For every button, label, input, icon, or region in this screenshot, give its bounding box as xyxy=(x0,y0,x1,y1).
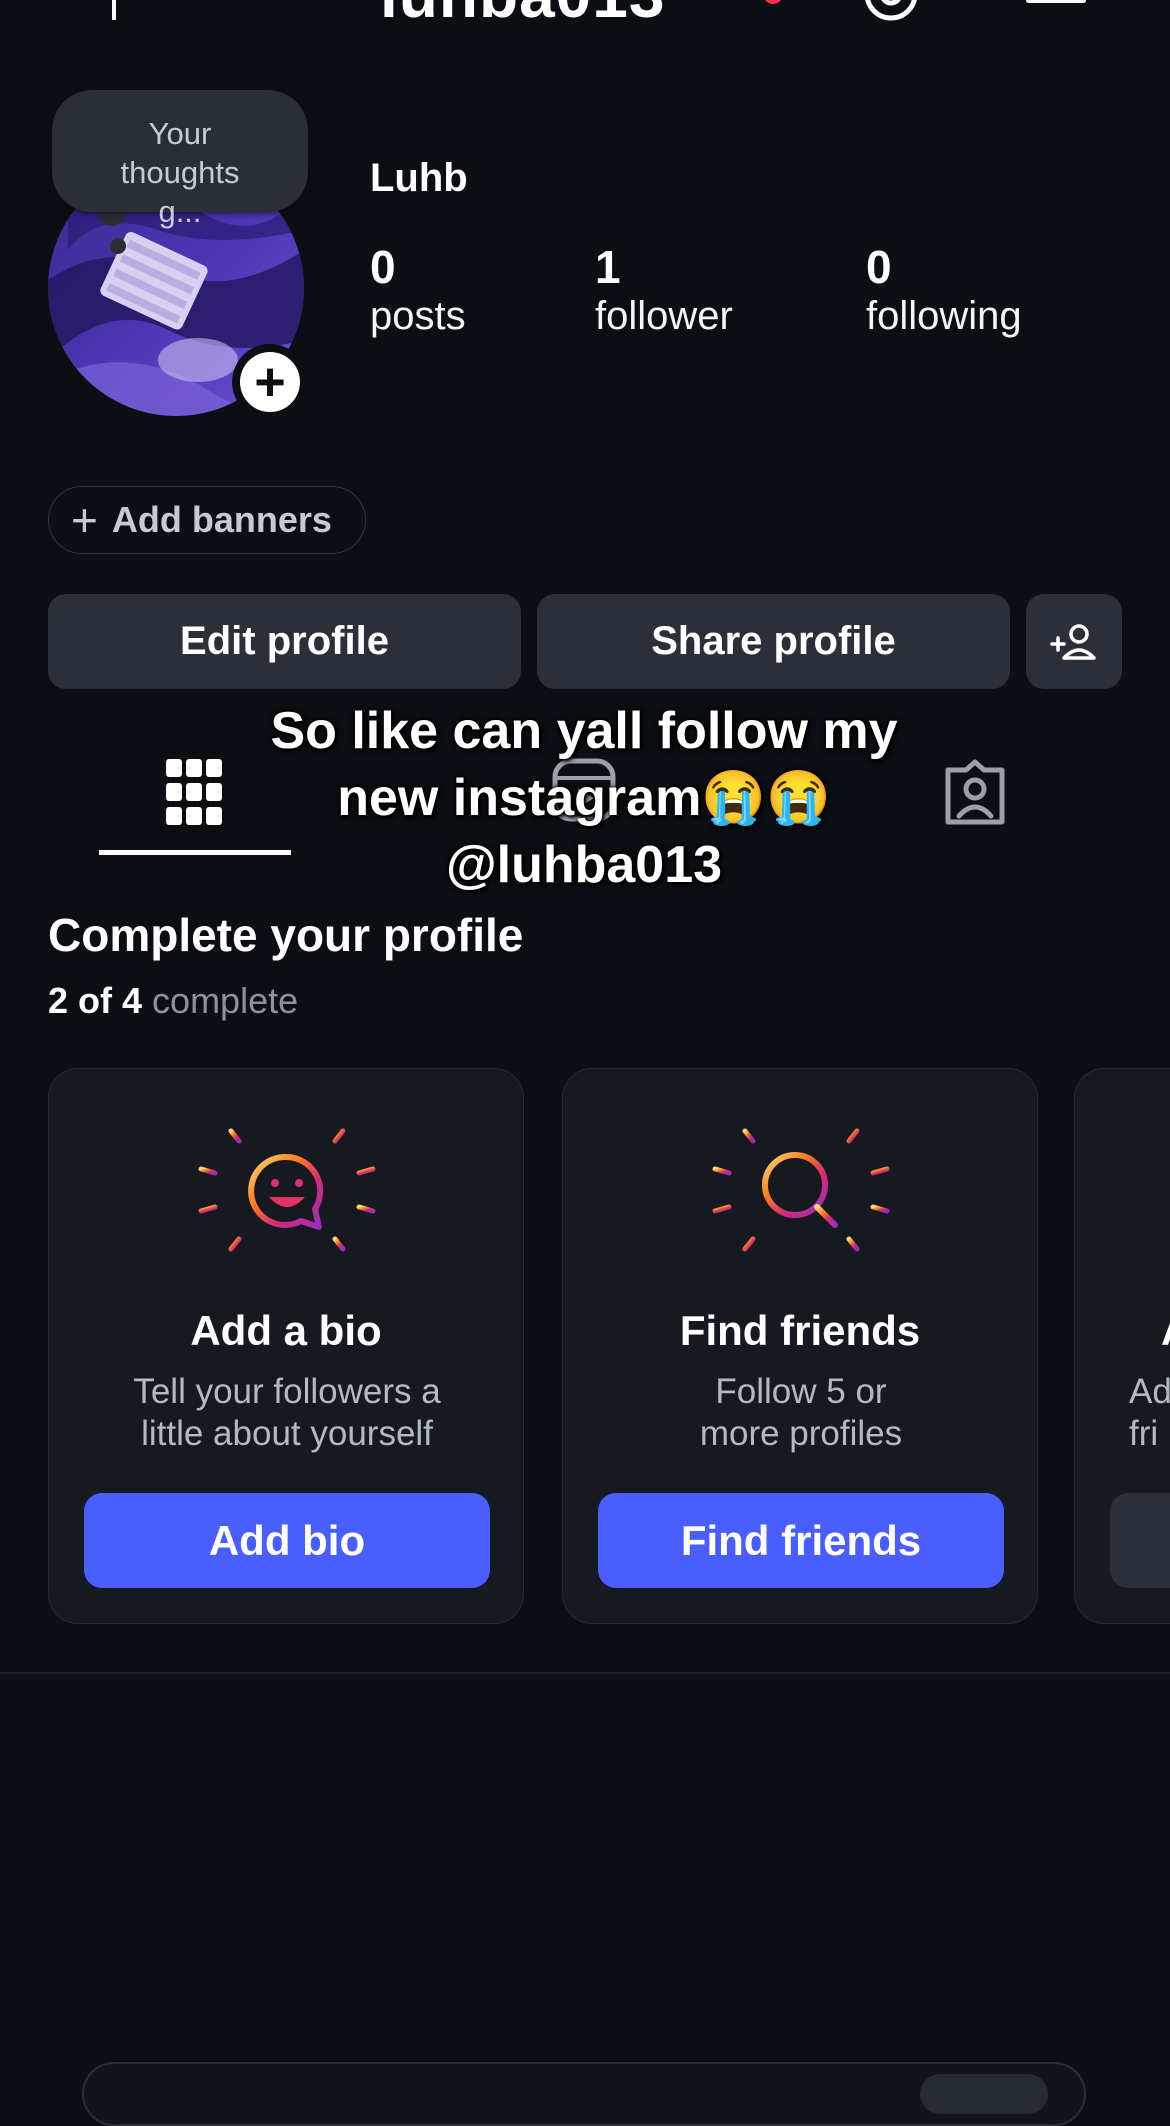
note-bubble-tail-small xyxy=(110,238,126,254)
following-count: 0 xyxy=(866,241,892,293)
card-desc-line-1: Tell your followers a xyxy=(133,1372,441,1411)
add-user-icon xyxy=(1050,623,1096,660)
share-profile-button[interactable]: Share profile xyxy=(537,594,1010,689)
followers-label: follower xyxy=(595,294,733,338)
posts-label: posts xyxy=(370,294,466,338)
caption-line-2: new instagram😭😭 xyxy=(337,769,831,827)
plus-icon: + xyxy=(240,352,300,412)
plus-icon: + xyxy=(71,494,98,546)
card-description: Follow 5 or more profiles xyxy=(583,1371,1019,1455)
bio-icon xyxy=(198,1108,376,1272)
card-desc-line-2: more profiles xyxy=(699,1414,903,1453)
edit-profile-button[interactable]: Edit profile xyxy=(48,594,521,689)
posts-count: 0 xyxy=(370,241,396,293)
card-description: Tell your followers a little about yours… xyxy=(69,1371,505,1455)
grid-icon[interactable] xyxy=(166,759,222,825)
note-text: Your thoughts g... xyxy=(120,116,240,229)
overlay-caption: So like can yall follow my new instagram… xyxy=(220,698,948,899)
add-banners-button[interactable]: + Add banners xyxy=(48,486,366,554)
caption-line-3: @luhba013 xyxy=(445,836,723,894)
add-bio-button[interactable]: Add bio xyxy=(84,1493,490,1588)
card-find-friends: Find friends Follow 5 or more profiles F… xyxy=(562,1068,1038,1624)
following-stat[interactable]: 0 following xyxy=(866,240,1022,339)
bottom-nav-knob[interactable] xyxy=(920,2074,1048,2114)
notification-dot xyxy=(764,0,782,4)
card-desc-line-1: Follow 5 or xyxy=(715,1372,887,1411)
progress-suffix: complete xyxy=(152,980,299,1021)
username-title[interactable]: luhba013 xyxy=(380,0,665,32)
card-desc-line-2: little about yourself xyxy=(141,1414,433,1453)
complete-profile-title: Complete your profile xyxy=(48,909,524,961)
complete-profile-progress: 2 of 4 complete xyxy=(48,980,298,1022)
card-title: A xyxy=(1161,1307,1170,1355)
caption-line-1: So like can yall follow my xyxy=(270,702,898,760)
card-desc-line-2: fri xyxy=(1129,1414,1159,1453)
menu-icon[interactable] xyxy=(1026,0,1086,14)
card-partial-button[interactable] xyxy=(1110,1493,1170,1588)
card-desc-line-1: Ad xyxy=(1129,1372,1170,1411)
followers-count: 1 xyxy=(595,241,621,293)
discover-people-button[interactable] xyxy=(1026,594,1122,689)
following-label: following xyxy=(866,294,1022,338)
threads-icon[interactable] xyxy=(862,0,920,24)
find-friends-button[interactable]: Find friends xyxy=(598,1493,1004,1588)
add-banners-label: Add banners xyxy=(111,499,332,540)
back-icon[interactable] xyxy=(112,0,116,20)
card-title: Add a bio xyxy=(190,1307,382,1354)
progress-count: 2 of 4 xyxy=(48,980,143,1021)
tagged-icon[interactable] xyxy=(940,758,1010,826)
card-partial: A Ad fri xyxy=(1074,1068,1170,1624)
note-bubble[interactable]: Your thoughts g... xyxy=(52,90,308,229)
card-description: Ad fri xyxy=(1129,1371,1170,1455)
card-add-bio: Add a bio Tell your followers a little a… xyxy=(48,1068,524,1624)
posts-stat[interactable]: 0 posts xyxy=(370,240,466,339)
search-icon xyxy=(712,1108,890,1272)
section-divider xyxy=(0,1672,1170,1674)
add-story-button[interactable]: + xyxy=(232,344,308,420)
card-title: Find friends xyxy=(679,1307,921,1354)
display-name: Luhb xyxy=(370,156,468,200)
followers-stat[interactable]: 1 follower xyxy=(595,240,733,339)
